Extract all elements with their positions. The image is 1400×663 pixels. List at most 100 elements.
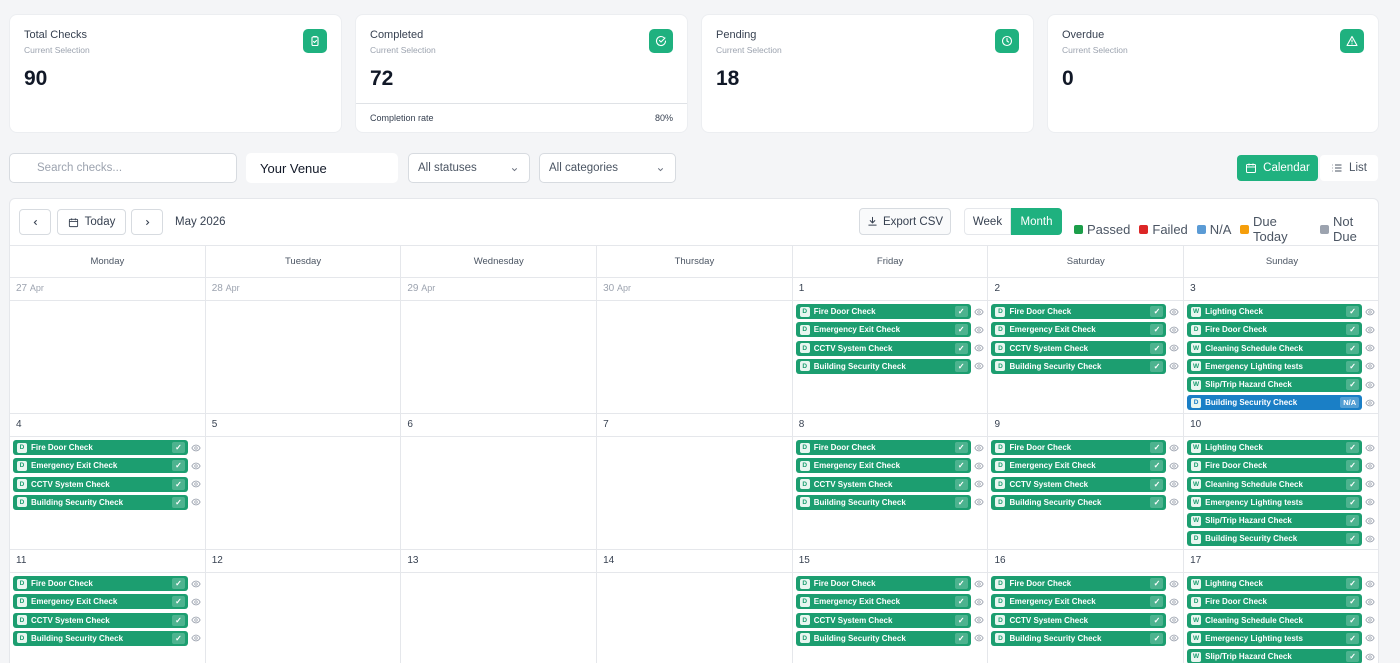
task-pill[interactable]: D Emergency Exit Check ✓ bbox=[13, 458, 188, 474]
calendar-day-cell[interactable]: 29 Apr bbox=[401, 278, 598, 413]
eye-icon[interactable] bbox=[1365, 516, 1375, 526]
task-pill[interactable]: D Fire Door Check ✓ bbox=[991, 304, 1167, 319]
eye-icon[interactable] bbox=[191, 497, 201, 507]
task-pill[interactable]: D Emergency Exit Check ✓ bbox=[795, 594, 971, 610]
task-pill[interactable]: W Cleaning Schedule Check ✓ bbox=[1187, 340, 1363, 356]
task-pill[interactable]: D Fire Door Check ✓ bbox=[13, 576, 188, 591]
task-pill[interactable]: D Fire Door Check ✓ bbox=[991, 576, 1167, 591]
eye-icon[interactable] bbox=[1365, 398, 1375, 408]
calendar-day-cell[interactable]: 8 D Fire Door Check ✓ D Emergency Exit Check ✓… bbox=[792, 414, 989, 549]
eye-icon[interactable] bbox=[1169, 343, 1180, 353]
eye-icon[interactable] bbox=[1169, 307, 1180, 317]
calendar-view-button[interactable]: Calendar bbox=[1237, 155, 1318, 181]
task-pill[interactable]: D Building Security Check ✓ bbox=[991, 630, 1167, 646]
eye-icon[interactable] bbox=[1169, 497, 1180, 507]
calendar-day-cell[interactable]: 5 bbox=[205, 414, 402, 549]
eye-icon[interactable] bbox=[1365, 380, 1375, 390]
category-filter[interactable]: All categories bbox=[539, 153, 676, 183]
eye-icon[interactable] bbox=[974, 325, 984, 335]
export-csv-button[interactable]: Export CSV bbox=[859, 208, 951, 235]
task-pill[interactable]: D CCTV System Check ✓ bbox=[795, 612, 971, 628]
task-pill[interactable]: W Slip/Trip Hazard Check ✓ bbox=[1187, 649, 1363, 663]
task-pill[interactable]: D Fire Door Check ✓ bbox=[795, 304, 971, 319]
search-input[interactable]: Search checks... bbox=[9, 153, 237, 183]
task-pill[interactable]: D Fire Door Check ✓ bbox=[795, 440, 971, 455]
task-pill[interactable]: D Building Security Check ✓ bbox=[991, 358, 1167, 374]
eye-icon[interactable] bbox=[191, 579, 201, 589]
prev-month-button[interactable] bbox=[19, 209, 51, 235]
calendar-day-cell[interactable]: 3 W Lighting Check ✓ D Fire Door Check ✓ W Clean… bbox=[1184, 278, 1378, 413]
eye-icon[interactable] bbox=[1365, 479, 1375, 489]
task-pill[interactable]: D Building Security Check ✓ bbox=[1187, 531, 1363, 547]
eye-icon[interactable] bbox=[191, 461, 201, 471]
calendar-day-cell[interactable]: 28 Apr bbox=[205, 278, 402, 413]
eye-icon[interactable] bbox=[1365, 361, 1375, 371]
eye-icon[interactable] bbox=[1169, 325, 1180, 335]
eye-icon[interactable] bbox=[1365, 343, 1375, 353]
eye-icon[interactable] bbox=[1365, 534, 1375, 544]
today-button[interactable]: Today bbox=[57, 209, 126, 235]
task-pill[interactable]: D CCTV System Check ✓ bbox=[13, 612, 188, 628]
calendar-day-cell[interactable]: 10 W Lighting Check ✓ D Fire Door Check ✓ W Clea… bbox=[1184, 414, 1378, 549]
task-pill[interactable]: D CCTV System Check ✓ bbox=[991, 476, 1167, 492]
eye-icon[interactable] bbox=[1365, 579, 1375, 589]
calendar-day-cell[interactable]: 11 D Fire Door Check ✓ D Emergency Exit Check… bbox=[10, 550, 206, 663]
eye-icon[interactable] bbox=[191, 479, 201, 489]
task-pill[interactable]: W Cleaning Schedule Check ✓ bbox=[1187, 612, 1363, 628]
task-pill[interactable]: D Emergency Exit Check ✓ bbox=[795, 322, 971, 338]
calendar-day-cell[interactable]: 7 bbox=[597, 414, 793, 549]
month-view-button[interactable]: Month bbox=[1011, 208, 1062, 235]
status-filter[interactable]: All statuses bbox=[408, 153, 530, 183]
task-pill[interactable]: D Fire Door Check ✓ bbox=[991, 440, 1167, 455]
eye-icon[interactable] bbox=[974, 361, 984, 371]
task-pill[interactable]: D Fire Door Check ✓ bbox=[1187, 458, 1363, 474]
task-pill[interactable]: D CCTV System Check ✓ bbox=[991, 340, 1167, 356]
task-pill[interactable]: W Emergency Lighting tests ✓ bbox=[1187, 358, 1363, 374]
week-view-button[interactable]: Week bbox=[964, 208, 1011, 235]
next-month-button[interactable] bbox=[131, 209, 163, 235]
task-pill[interactable]: D CCTV System Check ✓ bbox=[991, 612, 1167, 628]
calendar-day-cell[interactable]: 14 bbox=[597, 550, 793, 663]
eye-icon[interactable] bbox=[1365, 652, 1375, 662]
task-pill[interactable]: D Fire Door Check ✓ bbox=[1187, 594, 1363, 610]
eye-icon[interactable] bbox=[1169, 633, 1180, 643]
eye-icon[interactable] bbox=[1365, 443, 1375, 453]
task-pill[interactable]: D Building Security Check ✓ bbox=[795, 494, 971, 510]
eye-icon[interactable] bbox=[1365, 633, 1375, 643]
calendar-day-cell[interactable]: 15 D Fire Door Check ✓ D Emergency Exit Check… bbox=[792, 550, 989, 663]
calendar-day-cell[interactable]: 12 bbox=[205, 550, 402, 663]
eye-icon[interactable] bbox=[1365, 597, 1375, 607]
venue-selector[interactable]: Your Venue bbox=[246, 153, 398, 183]
task-pill[interactable]: D CCTV System Check ✓ bbox=[13, 476, 188, 492]
task-pill[interactable]: D Emergency Exit Check ✓ bbox=[13, 594, 188, 610]
eye-icon[interactable] bbox=[1169, 597, 1180, 607]
eye-icon[interactable] bbox=[974, 497, 984, 507]
eye-icon[interactable] bbox=[1365, 461, 1375, 471]
eye-icon[interactable] bbox=[1169, 579, 1180, 589]
task-pill[interactable]: W Lighting Check ✓ bbox=[1187, 576, 1363, 591]
eye-icon[interactable] bbox=[974, 633, 984, 643]
task-pill[interactable]: D Emergency Exit Check ✓ bbox=[991, 322, 1167, 338]
task-pill[interactable]: W Slip/Trip Hazard Check ✓ bbox=[1187, 377, 1363, 393]
calendar-day-cell[interactable]: 1 D Fire Door Check ✓ D Emergency Exit Check ✓… bbox=[792, 278, 989, 413]
task-pill[interactable]: D Building Security Check ✓ bbox=[991, 494, 1167, 510]
task-pill[interactable]: W Emergency Lighting tests ✓ bbox=[1187, 630, 1363, 646]
eye-icon[interactable] bbox=[1169, 479, 1180, 489]
task-pill[interactable]: D CCTV System Check ✓ bbox=[795, 340, 971, 356]
task-pill[interactable]: D Building Security Check ✓ bbox=[13, 494, 188, 510]
task-pill[interactable]: D Building Security Check ✓ bbox=[795, 358, 971, 374]
eye-icon[interactable] bbox=[1169, 361, 1180, 371]
task-pill[interactable]: W Cleaning Schedule Check ✓ bbox=[1187, 476, 1363, 492]
eye-icon[interactable] bbox=[1365, 615, 1375, 625]
eye-icon[interactable] bbox=[974, 461, 984, 471]
task-pill[interactable]: D Fire Door Check ✓ bbox=[13, 440, 188, 455]
task-pill[interactable]: D Building Security Check ✓ bbox=[13, 630, 188, 646]
eye-icon[interactable] bbox=[1169, 461, 1180, 471]
eye-icon[interactable] bbox=[974, 307, 984, 317]
calendar-day-cell[interactable]: 16 D Fire Door Check ✓ D Emergency Exit Check… bbox=[988, 550, 1185, 663]
eye-icon[interactable] bbox=[191, 633, 201, 643]
eye-icon[interactable] bbox=[1365, 497, 1375, 507]
task-pill[interactable]: D Fire Door Check ✓ bbox=[795, 576, 971, 591]
eye-icon[interactable] bbox=[974, 615, 984, 625]
task-pill[interactable]: D Building Security Check N/A bbox=[1187, 395, 1363, 411]
